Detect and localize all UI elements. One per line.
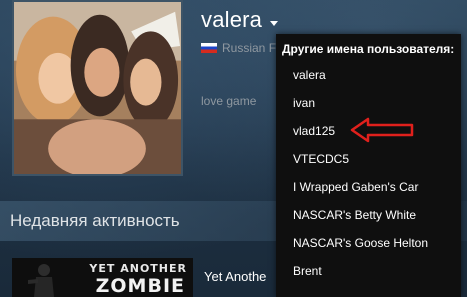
alias-item[interactable]: ivan: [293, 96, 315, 110]
game-name-link[interactable]: Yet Anothe: [204, 269, 266, 284]
country-label: Russian F: [222, 41, 277, 55]
alias-dropdown-header: Другие имена пользователя:: [282, 42, 455, 56]
avatar[interactable]: [12, 0, 183, 176]
alias-item[interactable]: NASCAR's Betty White: [293, 208, 416, 222]
capsule-text-top: YET ANOTHER: [89, 262, 187, 275]
avatar-photo: [14, 2, 181, 174]
zombie-silhouette-icon: [28, 264, 54, 297]
game-capsule-image[interactable]: YET ANOTHER ZOMBIE: [12, 258, 193, 297]
alias-item[interactable]: vlad125: [293, 124, 335, 138]
alias-item[interactable]: I Wrapped Gaben's Car: [293, 180, 418, 194]
alias-item[interactable]: valera: [293, 68, 326, 82]
chevron-down-icon[interactable]: [270, 21, 278, 26]
alias-item[interactable]: VTECDC5: [293, 152, 349, 166]
username[interactable]: valera: [201, 7, 262, 33]
alias-dropdown: Другие имена пользователя: valera ivan v…: [276, 34, 461, 297]
capsule-text-bottom: ZOMBIE: [95, 275, 185, 297]
recent-activity-title: Недавняя активность: [10, 211, 180, 230]
russia-flag-icon: [201, 43, 217, 53]
red-arrow-annotation: [350, 117, 414, 143]
profile-summary: love game: [201, 94, 257, 108]
profile-location: Russian F: [201, 41, 276, 55]
alias-item[interactable]: Brent: [293, 264, 322, 278]
alias-item[interactable]: NASCAR's Goose Helton: [293, 236, 428, 250]
